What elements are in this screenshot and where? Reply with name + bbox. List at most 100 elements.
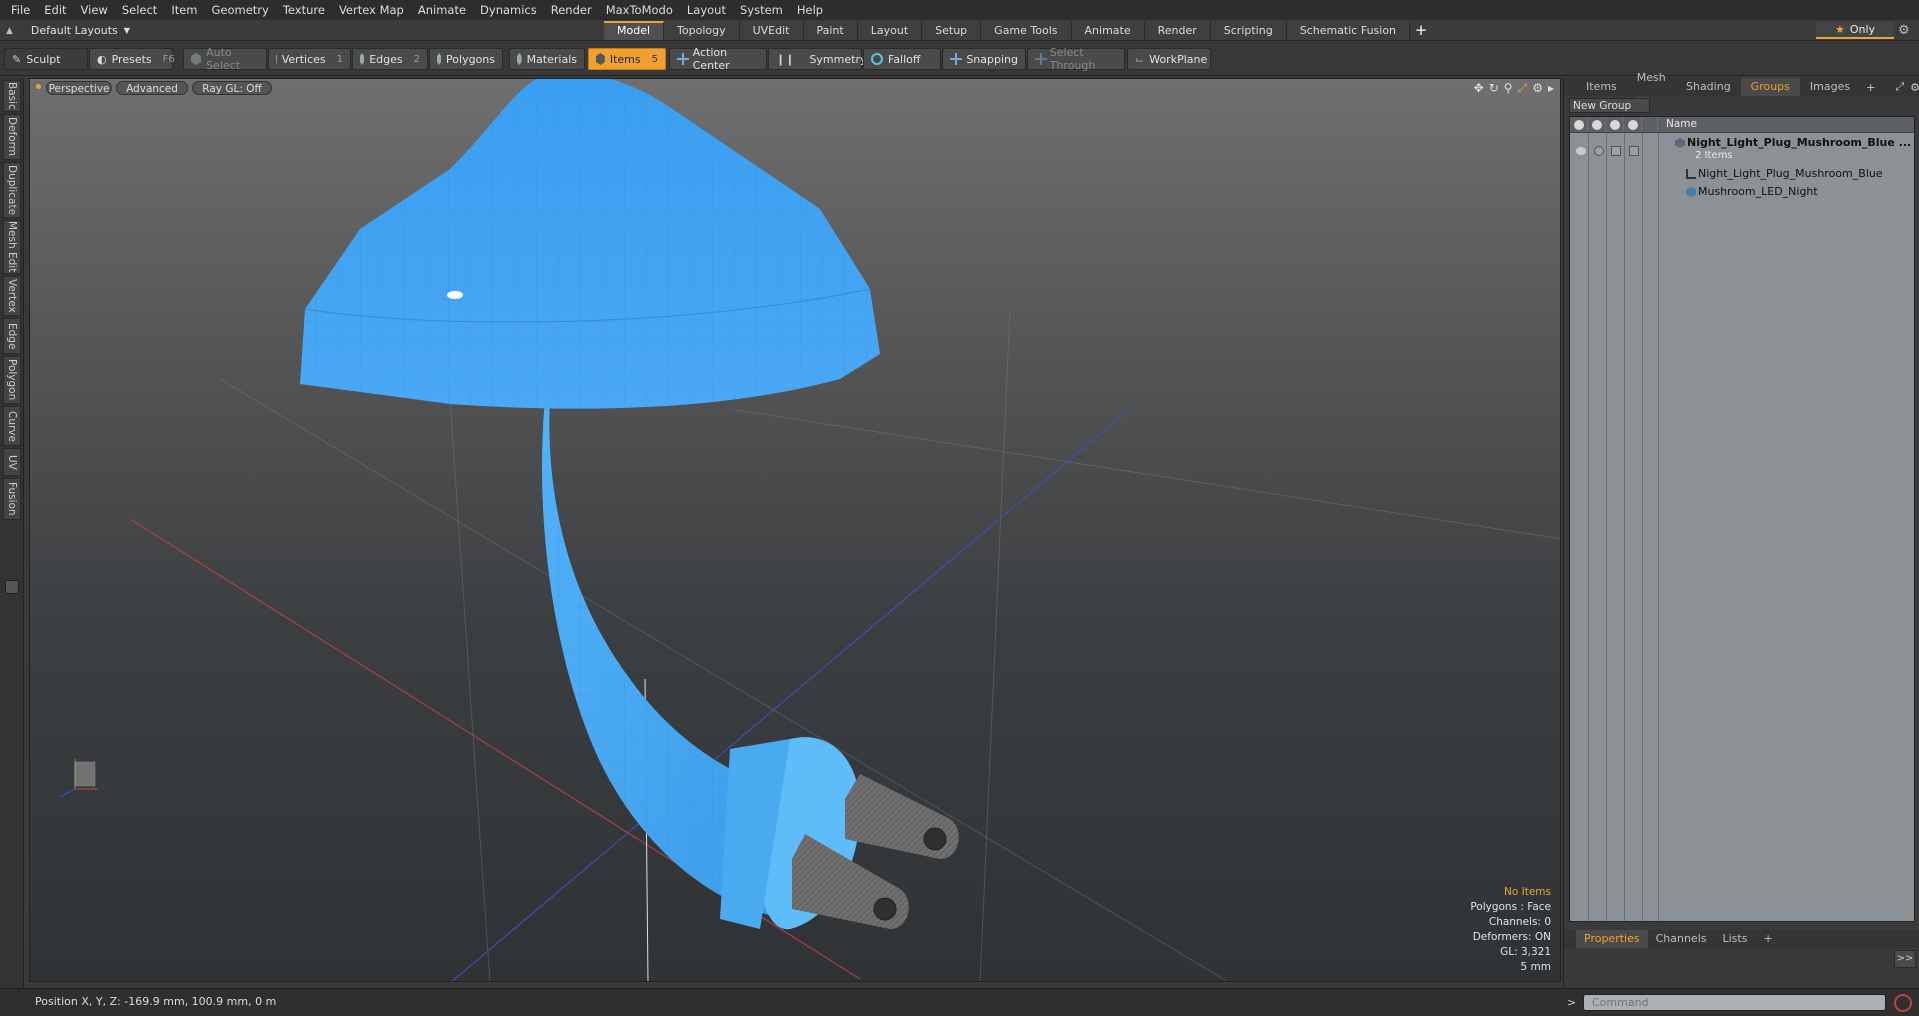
menu-select[interactable]: Select [115, 0, 164, 20]
stop-icon[interactable] [1894, 994, 1912, 1012]
tab-schematic-fusion[interactable]: Schematic Fusion [1286, 21, 1411, 40]
tab-lists[interactable]: Lists [1715, 930, 1756, 948]
tab-uvedit[interactable]: UVEdit [739, 21, 804, 40]
add-tab-icon[interactable]: + [1410, 21, 1432, 41]
vtab-curve[interactable]: Curve [3, 406, 21, 446]
3d-viewport[interactable]: Perspective Advanced Ray GL: Off ✥ ↻ ⚲ ⤢… [29, 78, 1561, 982]
panel-gear-icon[interactable]: ⚙ [1910, 81, 1919, 94]
menu-view[interactable]: View [74, 0, 115, 20]
select-through-button[interactable]: Select Through [1027, 46, 1125, 72]
symmetry-button[interactable]: ❙❙ Symmetry [768, 48, 866, 70]
right-panel: Items Mesh ... Shading Groups Images + ⤢… [1563, 71, 1919, 988]
menu-system[interactable]: System [733, 0, 790, 20]
panel-maximize-icon[interactable]: ⤢ [1895, 80, 1904, 94]
menu-animate[interactable]: Animate [411, 0, 473, 20]
shading-advanced-button[interactable]: Advanced [116, 81, 188, 95]
tab-paint[interactable]: Paint [803, 21, 858, 40]
command-arrow-icon[interactable]: > [1567, 996, 1576, 1009]
visibility-col-icon[interactable] [1574, 120, 1584, 130]
group-row[interactable]: Night_Light_Plug_Mushroom_Blue ... 2 Ite… [1570, 135, 1914, 163]
only-label: Only [1849, 23, 1876, 36]
vtab-mesh-edit[interactable]: Mesh Edit [3, 220, 21, 274]
menu-layout[interactable]: Layout [680, 0, 733, 20]
gear-icon[interactable]: ⚙ [1898, 23, 1910, 38]
viewport-menu-dot[interactable] [36, 84, 41, 89]
tab-shading[interactable]: Shading [1676, 78, 1741, 96]
layout-dropdown[interactable]: ▲ Default Layouts ▼ [6, 22, 130, 39]
only-button[interactable]: ★ Only [1816, 22, 1894, 39]
polygons-button[interactable]: Polygons [429, 48, 503, 70]
tab-game-tools[interactable]: Game Tools [981, 21, 1072, 40]
pan-icon[interactable]: ✥ [1474, 81, 1484, 96]
viewport-expand-icon[interactable]: ▸ [1548, 81, 1554, 96]
viewport-gear-icon[interactable]: ⚙ [1532, 81, 1543, 96]
new-group-button[interactable]: New Group [1569, 98, 1650, 113]
menu-maxtomodo[interactable]: MaxToModo [599, 0, 680, 20]
workplane-button[interactable]: ⌙ WorkPlane [1127, 48, 1211, 70]
rotate-icon[interactable]: ↻ [1489, 81, 1499, 96]
menu-dynamics[interactable]: Dynamics [473, 0, 544, 20]
tab-layout[interactable]: Layout [857, 21, 923, 40]
list-item[interactable]: Mushroom_LED_Night [1570, 183, 1914, 201]
falloff-button[interactable]: Falloff [863, 48, 941, 70]
menu-item[interactable]: Item [164, 0, 204, 20]
group-list[interactable]: Name Night_Light_Plug_Mushroom_Blue ... … [1569, 116, 1915, 922]
tab-setup[interactable]: Setup [922, 21, 982, 40]
tab-topology[interactable]: Topology [664, 21, 740, 40]
lock-col-icon[interactable] [1610, 120, 1620, 130]
tab-groups[interactable]: Groups [1740, 78, 1800, 96]
vtab-deform[interactable]: Deform [3, 114, 21, 160]
vtab-polygon[interactable]: Polygon [3, 356, 21, 404]
materials-button[interactable]: Materials [509, 48, 585, 70]
tab-channels[interactable]: Channels [1648, 930, 1715, 948]
menu-texture[interactable]: Texture [276, 0, 332, 20]
menu-edit[interactable]: Edit [37, 0, 73, 20]
lock-checkbox[interactable] [1611, 146, 1621, 156]
vtab-uv[interactable]: UV [3, 448, 21, 476]
vtab-duplicate[interactable]: Duplicate [3, 162, 21, 218]
add-properties-tab-icon[interactable]: + [1755, 930, 1780, 948]
position-readout: Position X, Y, Z: -169.9 mm, 100.9 mm, 0… [35, 995, 277, 1008]
tab-animate[interactable]: Animate [1071, 21, 1145, 40]
items-button[interactable]: Items 5 [588, 48, 666, 70]
viewport-scene[interactable] [30, 79, 1561, 982]
maximize-icon[interactable]: ⤢ [1518, 81, 1528, 96]
vtab-basic[interactable]: Basic [3, 80, 21, 112]
render-toggle[interactable] [1594, 146, 1604, 156]
raygl-button[interactable]: Ray GL: Off [192, 81, 272, 95]
name-column-header[interactable]: Name [1666, 118, 1697, 130]
vtab-vertex[interactable]: Vertex [3, 276, 21, 316]
tool-tabs-more-button[interactable] [5, 580, 19, 594]
menu-file[interactable]: File [4, 0, 37, 20]
tab-scripting[interactable]: Scripting [1210, 21, 1287, 40]
tab-images[interactable]: Images [1800, 78, 1860, 96]
tab-model[interactable]: Model [604, 21, 665, 40]
zoom-icon[interactable]: ⚲ [1504, 81, 1513, 96]
add-panel-tab-icon[interactable]: + [1860, 81, 1881, 94]
tab-render[interactable]: Render [1144, 21, 1211, 40]
menu-render[interactable]: Render [544, 0, 599, 20]
menu-geometry[interactable]: Geometry [205, 0, 276, 20]
sculpt-button[interactable]: ✎ Sculpt [4, 48, 88, 70]
list-item[interactable]: Night_Light_Plug_Mushroom_Blue [1570, 165, 1914, 183]
vertices-button[interactable]: Vertices 1 [268, 48, 351, 70]
render-col-icon[interactable] [1592, 120, 1602, 130]
vtab-fusion[interactable]: Fusion [3, 478, 21, 520]
eye-icon[interactable] [1576, 147, 1586, 155]
expand-properties-button[interactable]: >> [1894, 950, 1916, 968]
menu-help[interactable]: Help [790, 0, 830, 20]
tab-items[interactable]: Items [1576, 78, 1627, 96]
auto-select-button[interactable]: Auto Select [183, 46, 267, 72]
tab-properties[interactable]: Properties [1576, 930, 1648, 948]
presets-button[interactable]: ◐ Presets F6 [89, 48, 175, 70]
collapse-arrow-icon[interactable]: ▲ [6, 26, 13, 36]
edges-button[interactable]: Edges 2 [352, 48, 428, 70]
select-checkbox[interactable] [1629, 146, 1639, 156]
select-col-icon[interactable] [1628, 120, 1638, 130]
vtab-edge[interactable]: Edge [3, 318, 21, 354]
command-input[interactable] [1583, 994, 1886, 1011]
view-perspective-button[interactable]: Perspective [46, 81, 112, 95]
menu-vertex-map[interactable]: Vertex Map [332, 0, 411, 20]
action-center-button[interactable]: Action Center [669, 46, 767, 72]
snapping-button[interactable]: Snapping [942, 48, 1026, 70]
